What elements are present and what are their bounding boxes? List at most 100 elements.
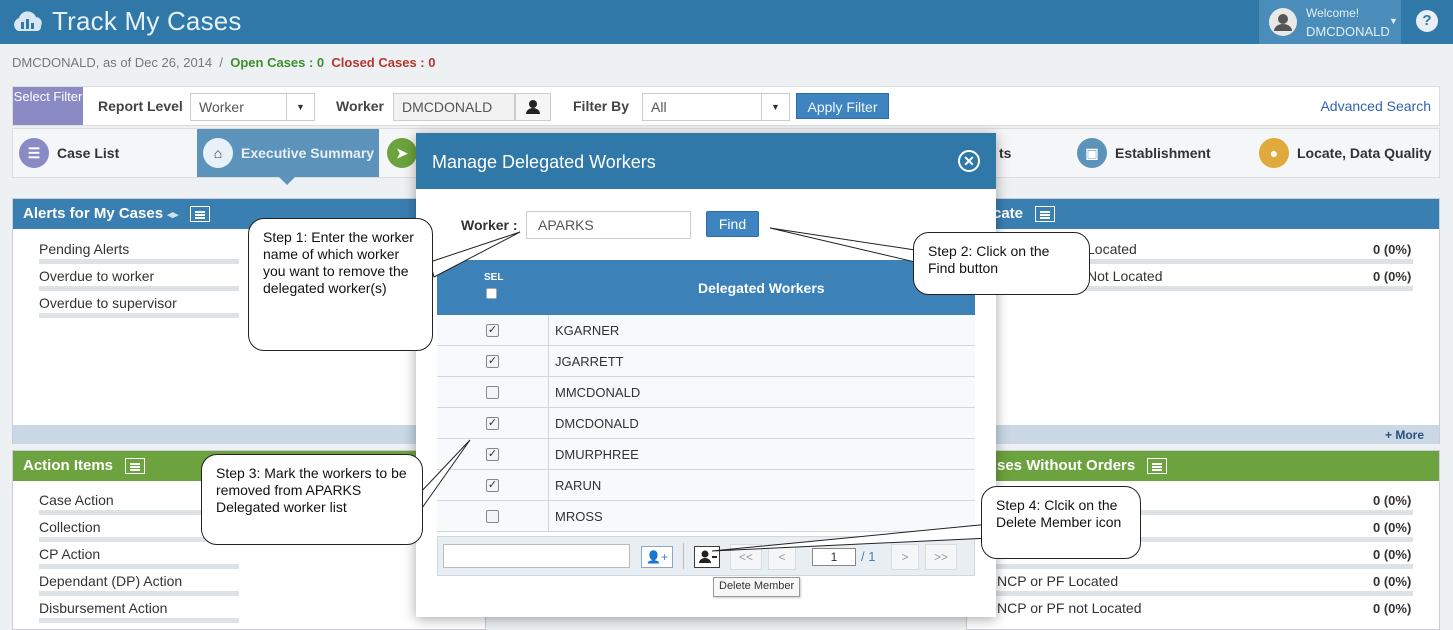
table-row[interactable]: ✓ DMCDONALD	[437, 408, 975, 439]
worker-name: KGARNER	[548, 315, 975, 346]
help-icon[interactable]: ?	[1416, 10, 1438, 32]
row-checkbox[interactable]	[486, 510, 499, 523]
list-item-value: 0 (0%)	[1373, 547, 1412, 562]
progress-bar	[39, 618, 239, 623]
last-page-button[interactable]: >>	[925, 544, 957, 570]
table-row[interactable]: ✓ RARUN	[437, 470, 975, 501]
list-icon[interactable]	[1147, 458, 1168, 475]
list-icon[interactable]	[190, 206, 211, 223]
list-item-value: 0 (0%)	[1373, 520, 1412, 535]
tab-case-list[interactable]: ☰ Case List	[13, 129, 195, 177]
tab-establishment[interactable]: ▣ Establishment	[1071, 129, 1251, 177]
row-checkbox[interactable]: ✓	[486, 417, 499, 430]
arrows-icon[interactable]: ◂▸	[167, 209, 178, 221]
filter-by-select[interactable]: All ▼	[642, 93, 790, 121]
list-item[interactable]: Dependant (DP) Action	[39, 573, 182, 589]
progress-bar	[993, 591, 1413, 596]
apply-filter-button[interactable]: Apply Filter	[796, 93, 889, 119]
list-item[interactable]: NCP or PF not Located	[997, 600, 1141, 616]
list-item[interactable]: Located	[1087, 241, 1137, 257]
worker-name: JGARRETT	[548, 346, 975, 377]
more-link[interactable]: + More	[1385, 428, 1424, 442]
list-item-value: 0 (0%)	[1373, 242, 1412, 257]
tab-partial-label[interactable]: ts	[999, 129, 1029, 177]
list-item[interactable]: Case Action	[39, 492, 114, 508]
step2-callout: Step 2: Click on the Find button	[913, 232, 1090, 295]
row-checkbox[interactable]	[486, 386, 499, 399]
next-page-button[interactable]: >	[891, 544, 919, 570]
divider	[683, 543, 684, 569]
user-icon	[1274, 14, 1292, 31]
user-minus-icon	[699, 550, 717, 563]
home-icon: ⌂	[203, 138, 233, 168]
row-checkbox[interactable]: ✓	[486, 324, 499, 337]
first-page-button[interactable]: <<	[730, 544, 762, 570]
list-item[interactable]: Collection	[39, 519, 100, 535]
delete-member-icon[interactable]	[694, 546, 720, 568]
select-all-checkbox[interactable]	[486, 288, 497, 299]
user-menu[interactable]: Welcome! DMCDONALD ▼	[1259, 0, 1401, 44]
add-member-input[interactable]	[443, 544, 630, 568]
tab-label: Executive Summary	[241, 145, 375, 161]
worker-name: RARUN	[548, 470, 975, 501]
app-title: Track My Cases	[52, 6, 242, 36]
avatar	[1269, 8, 1297, 36]
step4-callout: Step 4: Clcik on the Delete Member icon	[981, 486, 1141, 559]
chevron-down-icon[interactable]: ▼	[761, 94, 789, 120]
worker-label: Worker	[336, 98, 384, 114]
logo-icon	[14, 11, 42, 31]
tab-locate-data-quality[interactable]: ● Locate, Data Quality	[1253, 129, 1439, 177]
advanced-search-link[interactable]: Advanced Search	[1320, 98, 1431, 114]
find-button[interactable]: Find	[706, 211, 759, 237]
select-filter-button[interactable]: Select Filter	[13, 87, 83, 125]
step3-callout: Step 3: Mark the workers to be removed f…	[201, 454, 423, 545]
row-checkbox[interactable]: ✓	[486, 448, 499, 461]
delegated-workers-column-header: Delegated Workers	[698, 280, 825, 296]
tab-executive-summary[interactable]: ⌂ Executive Summary	[197, 129, 379, 185]
row-checkbox[interactable]: ✓	[486, 355, 499, 368]
locate-panel-title: cate	[993, 205, 1024, 222]
table-row[interactable]: MROSS	[437, 501, 975, 532]
prev-page-button[interactable]: <	[768, 544, 796, 570]
cases-without-orders-title: ses Without Orders	[997, 457, 1136, 474]
list-icon[interactable]	[1035, 206, 1056, 223]
list-item[interactable]: Overdue to worker	[39, 268, 154, 284]
table-row[interactable]: MMCDONALD	[437, 377, 975, 408]
tab-partial[interactable]: ➤	[381, 129, 421, 177]
step1-callout: Step 1: Enter the worker name of which w…	[248, 218, 433, 351]
worker-field[interactable]: APARKS	[526, 211, 691, 239]
list-item[interactable]: Pending Alerts	[39, 241, 129, 257]
worker-name: MMCDONALD	[548, 377, 975, 408]
list-item[interactable]: NCP or PF Located	[997, 573, 1118, 589]
worker-field[interactable]: DMCDONALD	[393, 93, 515, 121]
add-member-icon[interactable]: 👤+	[641, 546, 673, 568]
page-number-input[interactable]: 1	[812, 548, 856, 566]
closed-cases-count: Closed Cases : 0	[331, 55, 436, 70]
list-item[interactable]: Not Located	[1087, 268, 1163, 284]
grid-header: SEL Delegated Workers	[437, 260, 975, 315]
status-line: DMCDONALD, as of Dec 26, 2014 / Open Cas…	[12, 55, 435, 70]
open-cases-count: Open Cases : 0	[230, 55, 325, 70]
delete-member-tooltip: Delete Member	[713, 577, 801, 597]
report-level-value: Worker	[199, 99, 244, 115]
report-level-select[interactable]: Worker ▼	[190, 93, 315, 121]
progress-bar	[39, 259, 239, 264]
progress-bar	[39, 564, 239, 569]
send-icon: ➤	[387, 138, 417, 168]
filter-by-value: All	[651, 99, 667, 115]
grid-pager: 👤+ << < 1 / 1 > >>	[437, 536, 975, 576]
table-row[interactable]: ✓ DMURPHREE	[437, 439, 975, 470]
worker-lookup-button[interactable]	[515, 93, 551, 121]
list-icon[interactable]	[125, 458, 146, 475]
table-row[interactable]: ✓ KGARNER	[437, 315, 975, 346]
close-icon[interactable]: ✕	[958, 150, 980, 172]
list-item[interactable]: Disbursement Action	[39, 600, 167, 616]
table-row[interactable]: ✓ JGARRETT	[437, 346, 975, 377]
row-checkbox[interactable]: ✓	[486, 479, 499, 492]
welcome-text: Welcome!	[1306, 6, 1360, 20]
list-item[interactable]: CP Action	[39, 546, 100, 562]
chevron-down-icon[interactable]: ▼	[286, 94, 314, 120]
list-item[interactable]: Overdue to supervisor	[39, 295, 177, 311]
manage-delegated-workers-dialog: Manage Delegated Workers ✕ Worker : APAR…	[416, 133, 996, 617]
status-separator: /	[219, 55, 223, 70]
